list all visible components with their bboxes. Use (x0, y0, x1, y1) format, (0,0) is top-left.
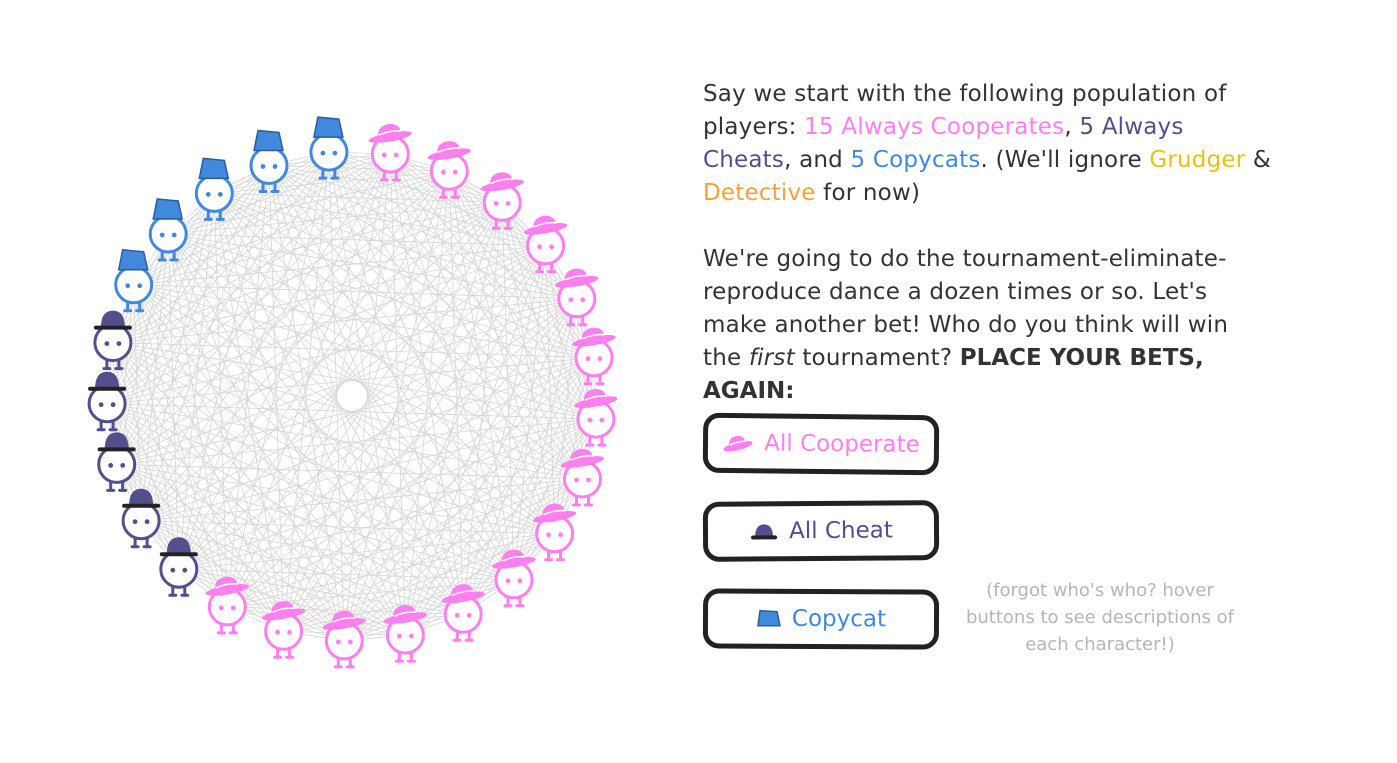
copycat-count: 5 Copycats (850, 147, 981, 173)
blue-cap-icon (312, 116, 344, 138)
population-paragraph: Say we start with the following populati… (703, 78, 1273, 210)
first-emphasis: first (748, 345, 795, 371)
detective-label: Detective (703, 180, 816, 206)
all-cooperate-label: All Cooperate (764, 430, 920, 459)
bet-paragraph: We're going to do the tournament-elimina… (703, 243, 1273, 408)
tournament-ring-svg (87, 116, 618, 669)
pink-hat-icon (723, 435, 753, 452)
grudger-label: Grudger (1149, 147, 1246, 173)
bowler-hat-icon (100, 310, 125, 328)
bowler-hat-icon (104, 432, 129, 450)
text-fragment: , and (784, 147, 851, 173)
blue-cap-icon (117, 248, 149, 271)
text-fragment: tournament? (794, 345, 960, 371)
all-cooperate-button[interactable]: All Cooperate (702, 412, 940, 476)
hover-hint: (forgot who's who? hover buttons to see … (965, 580, 1235, 655)
blue-cap-icon (198, 157, 230, 180)
copycat-label: Copycat (791, 605, 887, 633)
all-cheat-button[interactable]: All Cheat (702, 500, 940, 562)
copycat-player (148, 198, 188, 262)
text-fragment: . (We'll ignore (980, 147, 1150, 173)
blue-cap-icon (757, 609, 781, 627)
always-cooperate-count: 15 Always Cooperates (804, 114, 1065, 140)
all-cheat-label: All Cheat (789, 517, 893, 545)
text-fragment: , (1064, 114, 1080, 140)
bowler-hat-icon (751, 524, 778, 540)
narration-text: Say we start with the following populati… (703, 78, 1273, 441)
text-fragment: & (1245, 147, 1272, 173)
bowler-hat-icon (95, 371, 120, 389)
copycat-player (309, 116, 349, 180)
always-cheat-player (159, 537, 199, 597)
copycat-button[interactable]: Copycat (702, 588, 940, 650)
ring-center (338, 382, 366, 410)
blue-cap-icon (253, 129, 284, 152)
tournament-ring (0, 0, 700, 763)
blue-cap-icon (152, 198, 184, 220)
text-fragment: for now) (815, 180, 921, 206)
